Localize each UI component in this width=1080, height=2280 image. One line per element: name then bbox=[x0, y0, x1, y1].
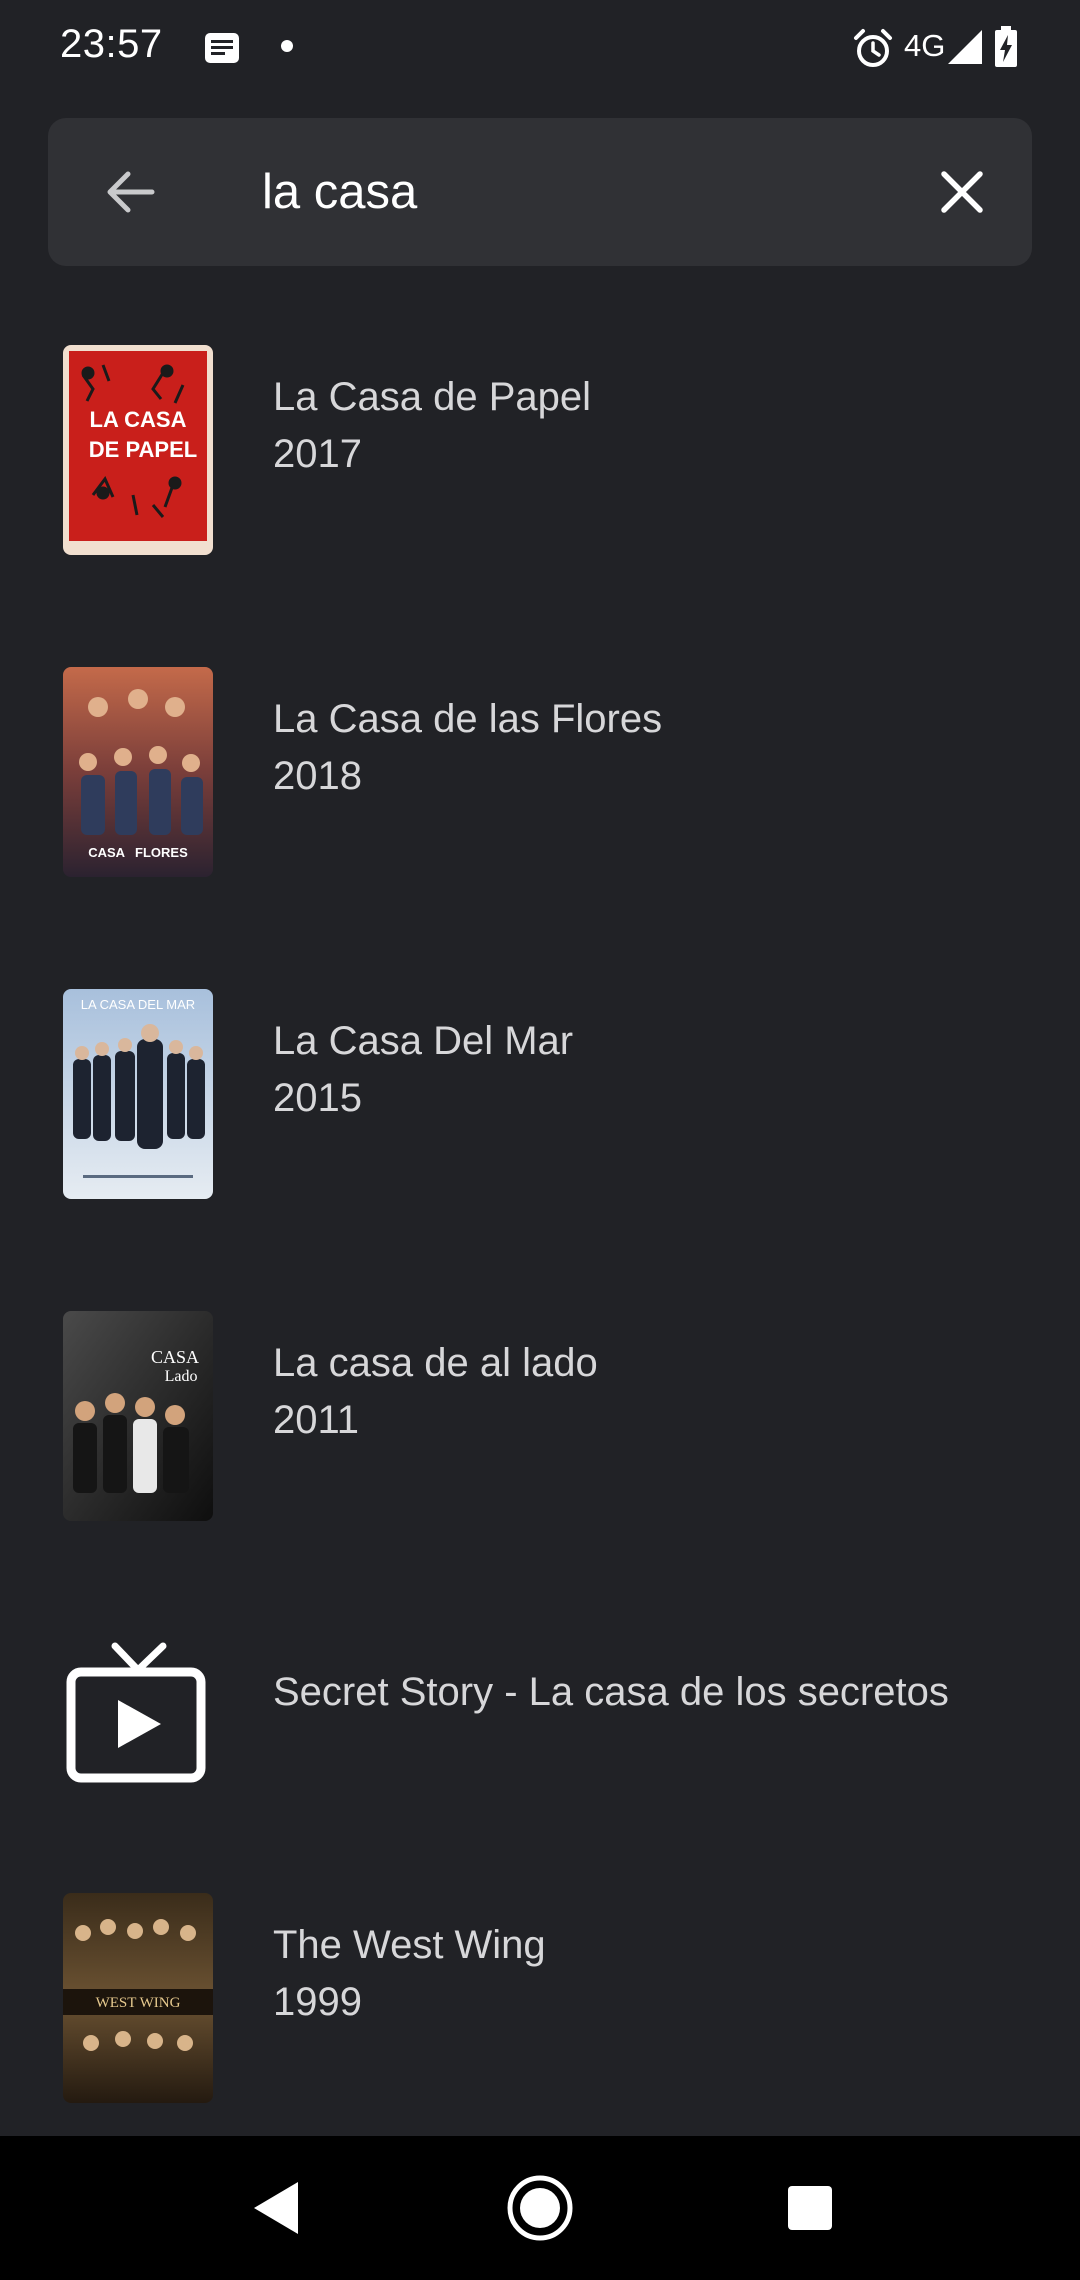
poster-title-text: LA CASA bbox=[90, 407, 187, 432]
close-icon bbox=[941, 171, 983, 213]
poster-image: WEST WING bbox=[63, 1893, 213, 2103]
clear-search-button[interactable] bbox=[928, 158, 996, 226]
poster-title-text: CASA bbox=[88, 845, 125, 860]
battery-charging-icon bbox=[995, 26, 1017, 67]
search-bar bbox=[48, 118, 1032, 266]
result-title: La Casa de Papel bbox=[273, 375, 592, 419]
poster-image: CASA Lado bbox=[63, 1311, 213, 1521]
result-year: 2018 bbox=[273, 754, 362, 798]
poster-title-text: WEST WING bbox=[96, 1995, 181, 2011]
result-year: 2011 bbox=[273, 1398, 360, 1442]
status-bar: 23:57 4G bbox=[0, 0, 1080, 96]
nav-home-icon[interactable] bbox=[504, 2172, 576, 2244]
tv-play-icon bbox=[66, 1642, 206, 1783]
message-icon bbox=[205, 33, 239, 63]
status-time: 23:57 bbox=[60, 22, 163, 66]
search-result-item[interactable]: CASA Lado La casa de al lado 2011 bbox=[0, 1311, 1080, 1561]
svg-text:CASAFLORES: CASA FLORES bbox=[88, 845, 188, 860]
result-year: 2015 bbox=[273, 1076, 362, 1120]
poster-title-text: Lado bbox=[165, 1368, 198, 1385]
result-title: La Casa Del Mar bbox=[273, 1019, 574, 1063]
search-result-item[interactable]: LA CASA DEL MAR La Casa Del Mar 2015 bbox=[0, 989, 1080, 1239]
result-title: The West Wing bbox=[273, 1923, 546, 1967]
result-title: Secret Story - La casa de los secretos bbox=[273, 1670, 949, 1714]
nav-recents-icon[interactable] bbox=[774, 2172, 846, 2244]
search-result-item[interactable]: LA CASA DE PAPEL La Casa de Papel 2017 bbox=[0, 345, 1080, 595]
signal-icon bbox=[948, 30, 982, 64]
result-year: 2017 bbox=[273, 432, 362, 476]
poster-title-text: LA CASA DEL MAR bbox=[81, 997, 195, 1012]
screen: 23:57 4G la casa LA CASA DE PAPEL La Cas… bbox=[0, 0, 1080, 2280]
poster-image: CASA FLORES bbox=[63, 667, 213, 877]
poster-title-text: DE PAPEL bbox=[89, 437, 197, 462]
search-input[interactable] bbox=[262, 156, 862, 228]
search-result-item[interactable]: WEST WING The West Wing 1999 bbox=[0, 1893, 1080, 2143]
search-result-item[interactable]: Secret Story - La casa de los secretos bbox=[0, 1640, 1080, 1890]
alarm-icon bbox=[854, 29, 892, 67]
search-result-item[interactable]: CASA FLORES La Casa de las Flores 2018 bbox=[0, 667, 1080, 917]
result-year: 1999 bbox=[273, 1980, 362, 2024]
network-type: 4G bbox=[904, 28, 946, 63]
poster-image: LA CASA DE PAPEL bbox=[63, 345, 213, 555]
poster-title-text: FLORES bbox=[135, 845, 188, 860]
nav-back-icon[interactable] bbox=[240, 2172, 312, 2244]
result-title: La Casa de las Flores bbox=[273, 697, 663, 741]
navigation-bar bbox=[0, 2136, 1080, 2280]
notification-dot bbox=[281, 40, 293, 52]
back-button[interactable] bbox=[96, 158, 164, 226]
poster-image: LA CASA DEL MAR bbox=[63, 989, 213, 1199]
arrow-left-icon bbox=[107, 171, 155, 213]
result-title: La casa de al lado bbox=[273, 1341, 598, 1385]
poster-title-text: CASA bbox=[151, 1347, 199, 1367]
